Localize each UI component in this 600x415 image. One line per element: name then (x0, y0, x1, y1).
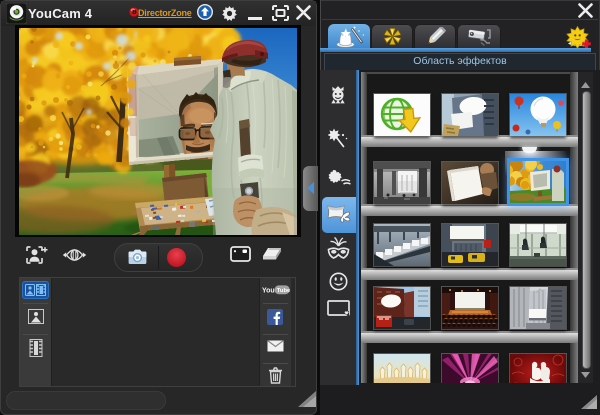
svg-text:Tube: Tube (277, 288, 290, 294)
svg-text:You: You (262, 287, 275, 294)
